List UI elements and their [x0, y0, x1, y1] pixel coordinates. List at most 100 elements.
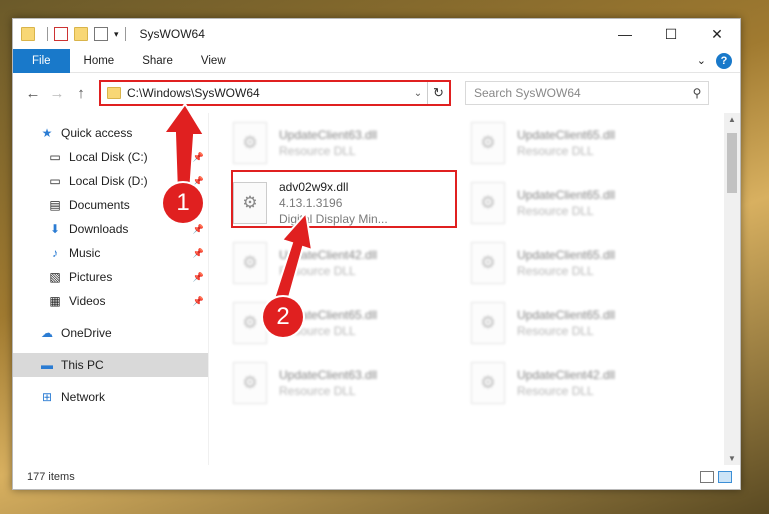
downloads-icon: ⬇: [49, 222, 61, 236]
sidebar-item-label: Network: [61, 390, 106, 404]
ribbon: File Home Share View ⌄ ?: [13, 48, 740, 73]
new-folder-icon[interactable]: [74, 27, 88, 41]
file-description: Resource DLL: [517, 144, 594, 158]
file-name: UpdateClient65.dll: [517, 128, 616, 142]
sidebar-item-label: Pictures: [69, 270, 113, 284]
tab-share[interactable]: Share: [128, 49, 187, 73]
sidebar-item-quick-access[interactable]: ★ Quick access: [13, 121, 208, 145]
file-name: UpdateClient65.dll: [517, 188, 616, 202]
maximize-button[interactable]: ☐: [648, 19, 694, 49]
search-icon[interactable]: ⚲: [686, 86, 708, 100]
sidebar-item-label: Documents: [69, 198, 130, 212]
sidebar-item-local-disk-c[interactable]: ▭ Local Disk (C:) 📌: [13, 145, 208, 169]
list-item[interactable]: ⚙ UpdateClient65.dll Resource DLL: [471, 237, 696, 289]
sidebar-item-network[interactable]: ⊞ Network: [13, 385, 208, 409]
dll-file-icon: ⚙: [471, 362, 505, 404]
customize-quick-access-icon[interactable]: [94, 27, 108, 41]
file-description: Resource DLL: [517, 264, 594, 278]
separator: [124, 27, 126, 41]
sidebar-item-music[interactable]: ♪ Music 📌: [13, 241, 208, 265]
pin-icon: 📌: [192, 175, 204, 186]
documents-icon: ▤: [49, 198, 61, 212]
window-title: SysWOW64: [139, 27, 205, 41]
list-item[interactable]: ⚙ UpdateClient42.dll Resource DLL: [233, 237, 458, 289]
properties-icon[interactable]: [54, 27, 68, 41]
search-input[interactable]: Search SysWOW64 ⚲: [465, 81, 709, 105]
sidebar-item-pictures[interactable]: ▧ Pictures 📌: [13, 265, 208, 289]
separator: [47, 27, 48, 41]
search-placeholder[interactable]: Search SysWOW64: [474, 86, 686, 100]
computer-icon: ▬: [41, 358, 53, 372]
sidebar-item-label: Quick access: [61, 126, 133, 140]
details-view-icon[interactable]: [700, 471, 714, 483]
pin-icon: 📌: [192, 223, 204, 234]
address-bar[interactable]: C:\Windows\SysWOW64 ⌄ ↻: [99, 80, 451, 106]
list-item[interactable]: ⚙ UpdateClient42.dll Resource DLL: [471, 357, 696, 409]
back-button[interactable]: ←: [21, 85, 45, 102]
address-dropdown-icon[interactable]: ⌄: [409, 88, 427, 99]
dll-file-icon: ⚙: [471, 242, 505, 284]
status-bar: 177 items: [13, 465, 740, 489]
scroll-down-icon[interactable]: ▼: [724, 454, 740, 463]
dll-file-icon: ⚙: [233, 302, 267, 344]
star-icon: ★: [41, 126, 53, 140]
up-button[interactable]: ↑: [69, 85, 93, 102]
file-description: Resource DLL: [517, 204, 594, 218]
dll-file-icon: ⚙: [233, 362, 267, 404]
refresh-button[interactable]: ↻: [427, 82, 449, 104]
file-description: Resource DLL: [279, 144, 356, 158]
vertical-scrollbar[interactable]: ▲ ▼: [724, 113, 740, 465]
close-button[interactable]: ✕: [694, 19, 740, 49]
step-1-badge: 1: [163, 183, 203, 223]
title-bar: ▾ SysWOW64 — ☐ ✕: [13, 19, 740, 49]
sidebar-item-videos[interactable]: ▦ Videos 📌: [13, 289, 208, 313]
file-name: UpdateClient63.dll: [279, 128, 378, 142]
list-item[interactable]: ⚙ UpdateClient65.dll Resource DLL: [471, 297, 696, 349]
list-item[interactable]: ⚙ UpdateClient65.dll Resource DLL: [471, 177, 696, 229]
sidebar-item-label: Music: [69, 246, 101, 260]
tab-file[interactable]: File: [13, 48, 70, 73]
minimize-button[interactable]: —: [602, 19, 648, 49]
pin-icon: 📌: [192, 151, 204, 162]
pin-icon: 📌: [192, 271, 204, 282]
file-name: UpdateClient42.dll: [517, 368, 616, 382]
folder-icon: [107, 87, 121, 99]
pin-icon: 📌: [192, 247, 204, 258]
list-item[interactable]: ⚙ UpdateClient65.dll Resource DLL: [471, 117, 696, 169]
sidebar-item-onedrive[interactable]: ☁ OneDrive: [13, 321, 208, 345]
sidebar-item-label: Local Disk (D:): [69, 174, 148, 188]
folder-icon: [21, 27, 35, 41]
scroll-thumb[interactable]: [727, 133, 737, 193]
file-description: Resource DLL: [517, 324, 594, 338]
tab-home[interactable]: Home: [70, 49, 129, 73]
sidebar-item-label: OneDrive: [61, 326, 112, 340]
sidebar-item-label: Local Disk (C:): [69, 150, 148, 164]
file-name: UpdateClient42.dll: [279, 248, 378, 262]
address-path[interactable]: C:\Windows\SysWOW64: [127, 86, 409, 100]
sidebar-item-this-pc[interactable]: ▬ This PC: [13, 353, 208, 377]
dll-file-icon: ⚙: [233, 242, 267, 284]
dll-file-icon: ⚙: [471, 122, 505, 164]
item-count: 177 items: [27, 471, 75, 483]
file-description: Resource DLL: [279, 384, 356, 398]
navigation-pane: ★ Quick access ▭ Local Disk (C:) 📌 ▭ Loc…: [13, 113, 209, 465]
list-item[interactable]: ⚙ UpdateClient63.dll Resource DLL: [233, 357, 458, 409]
pin-icon: 📌: [192, 295, 204, 306]
dll-file-icon: ⚙: [471, 302, 505, 344]
tiles-view-icon[interactable]: [718, 471, 732, 483]
file-description: Resource DLL: [279, 264, 356, 278]
help-icon[interactable]: ?: [716, 52, 732, 69]
tab-view[interactable]: View: [187, 49, 240, 73]
sidebar-item-label: This PC: [61, 358, 104, 372]
highlight-box: [231, 170, 457, 228]
chevron-down-icon[interactable]: ▾: [114, 29, 119, 40]
cloud-icon: ☁: [41, 326, 53, 340]
forward-button[interactable]: →: [45, 85, 69, 102]
sidebar-item-label: Downloads: [69, 222, 129, 236]
expand-ribbon-icon[interactable]: ⌄: [697, 54, 706, 67]
step-2-badge: 2: [263, 297, 303, 337]
dll-file-icon: ⚙: [233, 122, 267, 164]
scroll-up-icon[interactable]: ▲: [724, 115, 740, 124]
list-item[interactable]: ⚙ UpdateClient63.dll Resource DLL: [233, 117, 458, 169]
drive-icon: ▭: [49, 150, 61, 164]
